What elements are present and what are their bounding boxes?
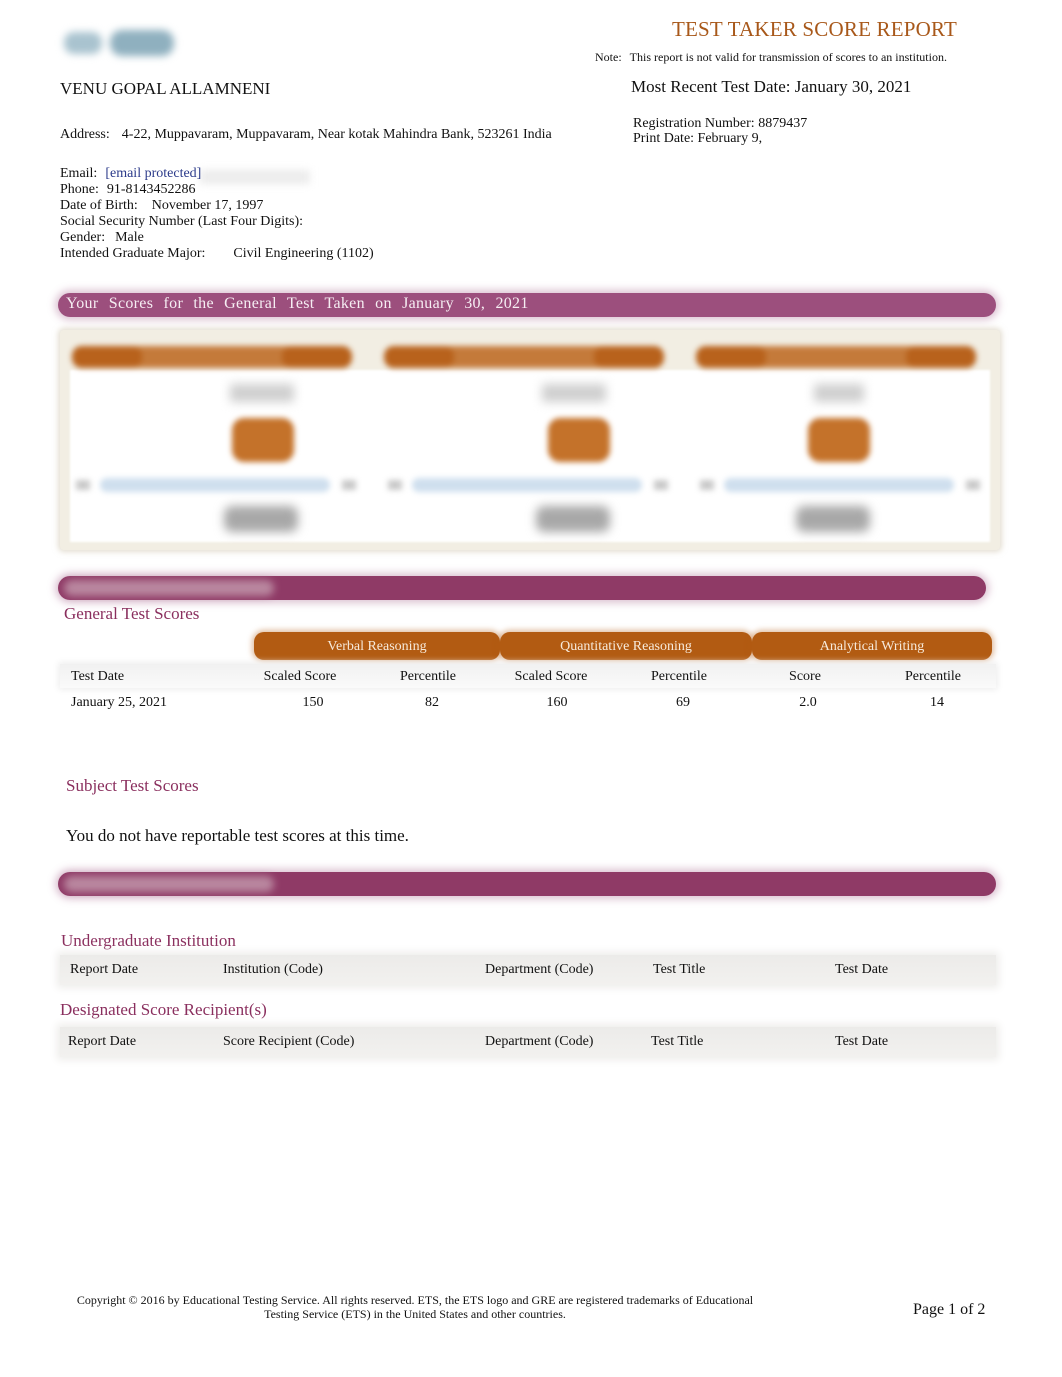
col-department: Department (Code) (485, 962, 594, 977)
col-test-title: Test Title (653, 962, 706, 977)
email-label: Email: (60, 166, 98, 181)
print-date: Print Date: February 9, (633, 131, 763, 146)
scores-banner-text: Your Scores for the General Test Taken o… (66, 295, 529, 312)
score-panel-writing (684, 330, 984, 550)
phone-label: Phone: (60, 182, 99, 197)
cell-writing-percentile: 14 (930, 695, 944, 710)
address-label: Address: (60, 127, 110, 142)
col-report-date: Report Date (70, 962, 139, 977)
general-test-heading: General Test Scores (64, 604, 200, 623)
col-test-date: Test Date (835, 962, 889, 977)
col-writing-score: Score (789, 669, 821, 684)
report-title: TEST TAKER SCORE REPORT (672, 17, 958, 41)
col-verbal-scaled: Scaled Score (263, 669, 337, 684)
gender-value: Male (115, 230, 144, 245)
col-test-title: Test Title (651, 1034, 704, 1049)
ssn-label: Social Security Number (Last Four Digits… (60, 214, 304, 229)
col-verbal-percentile: Percentile (400, 669, 456, 684)
cell-quant-scaled: 160 (546, 695, 568, 710)
table-row: January 25, 2021 150 82 160 69 2.0 14 (60, 690, 996, 714)
copyright-line-1: Copyright © 2016 by Educational Testing … (76, 1293, 754, 1307)
phone-value: 91-8143452286 (106, 182, 196, 197)
address-value: 4-22, Muppavaram, Muppavaram, Near kotak… (121, 127, 552, 142)
scores-banner: Your Scores for the General Test Taken o… (58, 293, 996, 317)
gre-logo (62, 26, 180, 60)
dob-label: Date of Birth: (60, 198, 138, 213)
col-quant-scaled: Scaled Score (514, 669, 588, 684)
score-history-banner (58, 576, 986, 600)
col-institution: Institution (Code) (223, 962, 323, 977)
score-panels (60, 330, 1000, 550)
col-test-date: Test Date (71, 669, 125, 684)
subject-test-heading: Subject Test Scores (66, 776, 199, 795)
cell-verbal-scaled: 150 (302, 695, 324, 710)
cell-quant-percentile: 69 (676, 695, 690, 710)
score-panel-verbal (60, 330, 360, 550)
no-scores-message: You do not have reportable test scores a… (66, 826, 409, 845)
most-recent-test-date: Most Recent Test Date: January 30, 2021 (631, 77, 912, 96)
page-number: Page 1 of 2 (913, 1301, 986, 1318)
address: Address: 4-22, Muppavaram, Muppavaram, Ne… (60, 127, 552, 143)
score-recipients-banner (58, 872, 996, 896)
recipients-heading: Designated Score Recipient(s) (60, 1000, 267, 1019)
col-report-date: Report Date (68, 1034, 137, 1049)
major-label: Intended Graduate Major: (60, 246, 206, 261)
group-writing: Analytical Writing (752, 632, 992, 660)
cell-writing-score: 2.0 (799, 695, 817, 710)
score-panel-quant (372, 330, 672, 550)
col-quant-percentile: Percentile (651, 669, 707, 684)
candidate-details: Email: [email protected] Phone: 91-8143452… (60, 166, 374, 262)
major-value: Civil Engineering (1102) (233, 246, 374, 261)
note-label: Note: (595, 50, 622, 64)
cell-test-date: January 25, 2021 (71, 695, 168, 710)
gender-label: Gender: (60, 230, 106, 245)
col-writing-percentile: Percentile (905, 669, 961, 684)
recipients-table-header: Report Date Score Recipient (Code) Depar… (60, 1027, 996, 1057)
undergraduate-table-header: Report Date Institution (Code) Departmen… (60, 955, 996, 985)
dob-value: November 17, 1997 (151, 198, 264, 213)
cell-verbal-percentile: 82 (425, 695, 439, 710)
registration-info: Registration Number: 8879437 Print Date:… (633, 116, 807, 146)
copyright: Copyright © 2016 by Educational Testing … (70, 1293, 760, 1321)
group-quant: Quantitative Reasoning (500, 632, 752, 660)
col-score-recipient: Score Recipient (Code) (223, 1034, 355, 1049)
undergraduate-heading: Undergraduate Institution (61, 931, 236, 950)
validity-note: Note: This report is not valid for transm… (595, 50, 947, 65)
note-text: This report is not valid for transmissio… (629, 50, 947, 64)
candidate-name: VENU GOPAL ALLAMNENI (60, 79, 271, 98)
group-verbal: Verbal Reasoning (254, 632, 500, 660)
col-department: Department (Code) (485, 1034, 594, 1049)
registration-number: Registration Number: 8879437 (633, 116, 808, 131)
copyright-line-2: Testing Service (ETS) in the United Stat… (264, 1307, 566, 1321)
table-header-row: Test Date Scaled Score Percentile Scaled… (60, 664, 996, 688)
email-link[interactable]: [email protected] (105, 166, 201, 181)
col-test-date: Test Date (835, 1034, 889, 1049)
